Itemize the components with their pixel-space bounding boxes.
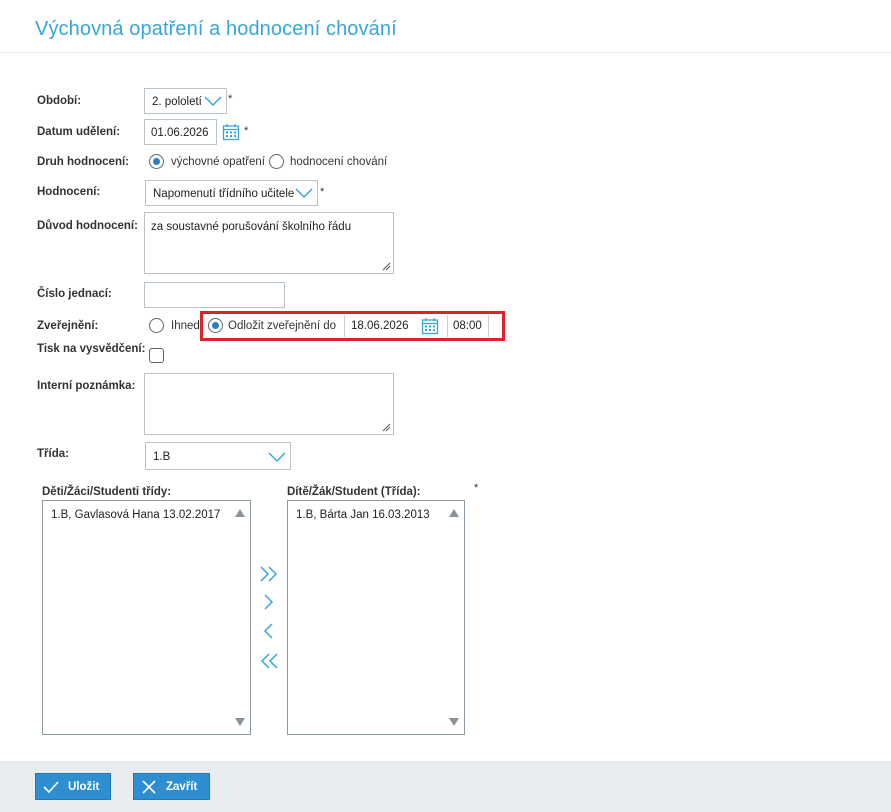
- available-students-list[interactable]: 1.B, Gavlasová Hana 13.02.2017: [42, 500, 251, 735]
- rating-label: Hodnocení:: [37, 186, 101, 198]
- class-label: Třída:: [37, 448, 69, 460]
- reference-label: Číslo jednací:: [37, 288, 112, 300]
- chevron-down-icon: [268, 452, 286, 463]
- publish-label: Zveřejnění:: [37, 320, 99, 332]
- publish-option-delay-label: Odložit zveřejnění do: [228, 320, 337, 332]
- print-checkbox[interactable]: [149, 348, 164, 363]
- scroll-down-icon[interactable]: [448, 717, 460, 727]
- kind-option-behavior-label: hodnocení chování: [290, 156, 388, 168]
- period-value: 2. pololetí: [152, 96, 202, 108]
- chevron-down-icon: [295, 188, 313, 199]
- kind-option-educational-label: výchovné opatření: [171, 156, 265, 168]
- list-item[interactable]: 1.B, Bárta Jan 16.03.2013: [296, 509, 430, 521]
- class-select[interactable]: 1.B: [145, 442, 291, 470]
- check-icon: [43, 780, 59, 793]
- reference-input[interactable]: [144, 282, 285, 308]
- delayed-publish-group: Odložit zveřejnění do 18.06.2026 08:00: [200, 311, 505, 341]
- save-button-label: Uložit: [68, 780, 100, 793]
- resize-handle-icon[interactable]: [382, 262, 391, 271]
- period-label: Období:: [37, 95, 82, 107]
- kind-radio-educational[interactable]: [149, 154, 164, 169]
- period-select[interactable]: 2. pololetí: [144, 88, 227, 114]
- reason-value: za soustavné porušování školního řádu: [151, 221, 352, 233]
- rating-value: Napomenutí třídního učitele: [153, 188, 295, 200]
- close-button[interactable]: Zavřít: [133, 773, 210, 800]
- rating-required-mark: *: [320, 186, 325, 198]
- scroll-up-icon[interactable]: [234, 508, 246, 518]
- period-required-mark: *: [228, 93, 233, 105]
- kind-label: Druh hodnocení:: [37, 156, 129, 168]
- note-textarea[interactable]: [144, 373, 394, 435]
- publish-radio-delay[interactable]: [208, 318, 223, 333]
- move-all-left-icon[interactable]: [258, 652, 280, 670]
- resize-handle-icon[interactable]: [382, 423, 391, 432]
- reason-label: Důvod hodnocení:: [37, 220, 138, 232]
- rating-select[interactable]: Napomenutí třídního učitele: [145, 180, 318, 206]
- scroll-up-icon[interactable]: [448, 508, 460, 518]
- print-label: Tisk na vysvědčení:: [37, 343, 146, 355]
- save-button[interactable]: Uložit: [35, 773, 111, 800]
- list-item[interactable]: 1.B, Gavlasová Hana 13.02.2017: [51, 509, 220, 521]
- kind-radio-behavior[interactable]: [269, 154, 284, 169]
- publish-time-input[interactable]: 08:00: [447, 315, 489, 337]
- note-label: Interní poznámka:: [37, 380, 136, 392]
- calendar-icon[interactable]: [222, 123, 240, 141]
- chevron-down-icon: [204, 96, 222, 107]
- available-students-label: Děti/Žáci/Studenti třídy:: [42, 486, 172, 498]
- page-title: Výchovná opatření a hodnocení chování: [35, 18, 397, 40]
- selected-students-list[interactable]: 1.B, Bárta Jan 16.03.2013: [287, 500, 465, 735]
- move-all-right-icon[interactable]: [258, 565, 280, 583]
- date-required-mark: *: [244, 125, 249, 137]
- publish-date-input[interactable]: 18.06.2026: [344, 315, 420, 337]
- date-label: Datum udělení:: [37, 126, 121, 138]
- publish-option-now-label: Ihned: [171, 320, 200, 332]
- class-value: 1.B: [153, 451, 171, 463]
- reason-textarea[interactable]: za soustavné porušování školního řádu: [144, 212, 394, 274]
- selected-required-mark: *: [474, 482, 479, 494]
- date-input[interactable]: 01.06.2026: [144, 119, 217, 145]
- title-divider: [0, 52, 891, 53]
- move-right-icon[interactable]: [258, 593, 280, 611]
- selected-students-label: Dítě/Žák/Student (Třída):: [287, 486, 421, 498]
- move-left-icon[interactable]: [258, 622, 280, 640]
- close-button-label: Zavřít: [166, 780, 198, 793]
- publish-radio-now[interactable]: [149, 318, 164, 333]
- close-icon: [142, 779, 156, 794]
- scroll-down-icon[interactable]: [234, 717, 246, 727]
- calendar-icon[interactable]: [421, 317, 439, 335]
